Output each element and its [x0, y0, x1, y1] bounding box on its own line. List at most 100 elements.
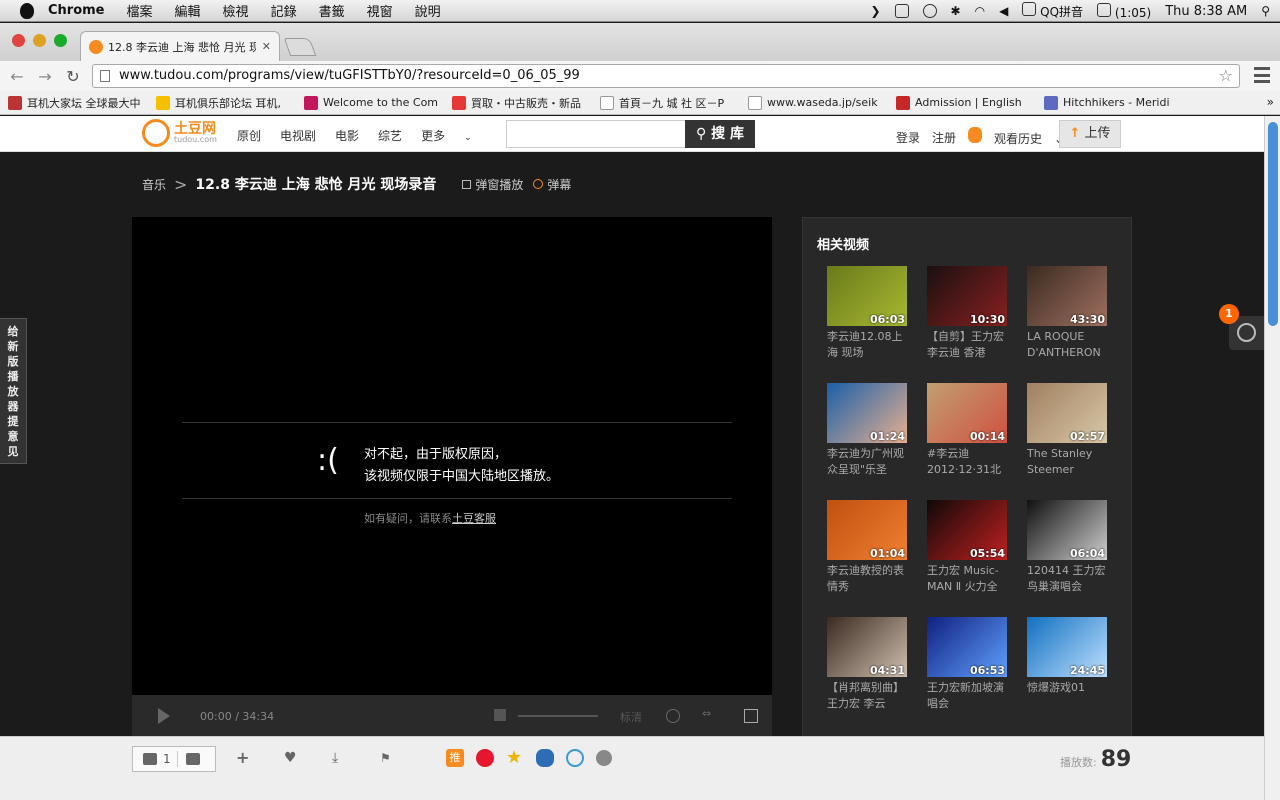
video-title-link[interactable]: 王力宏新加坡演唱会 [927, 680, 1009, 712]
time-machine-icon[interactable] [922, 4, 937, 18]
scrollbar-thumb[interactable] [1268, 122, 1278, 326]
nav-original[interactable]: 原创 [237, 127, 261, 144]
history-widget[interactable]: 1 [1219, 304, 1264, 350]
register-link[interactable]: 注册 [932, 129, 956, 146]
spotlight-icon[interactable]: ⚲ [1261, 4, 1270, 18]
widescreen-icon[interactable]: ⇔ [702, 707, 711, 720]
renren-icon[interactable] [536, 749, 554, 767]
login-link[interactable]: 登录 [896, 129, 920, 146]
related-video-item[interactable]: 43:30 LA ROQUE D'ANTHERON 200 [1027, 266, 1109, 361]
breadcrumb-category[interactable]: 音乐 [142, 176, 166, 193]
related-video-item[interactable]: 05:54 王力宏 Music-MAN Ⅱ 火力全 [927, 500, 1009, 595]
search-button[interactable]: ⚲ 搜 库 [685, 120, 755, 148]
bookmark-item[interactable]: Hitchhikers - Meridi [1044, 95, 1184, 110]
related-video-item[interactable]: 06:03 李云迪12.08上海 现场 [827, 266, 909, 361]
menu-bookmarks[interactable]: 書籤 [319, 1, 345, 20]
heart-icon[interactable]: ♥ [284, 751, 298, 765]
input-method[interactable]: QQ拼音 [1022, 2, 1083, 20]
menu-file[interactable]: 檔案 [127, 1, 153, 20]
volume-icon[interactable] [494, 709, 506, 721]
reload-icon[interactable]: ↻ [62, 67, 84, 86]
customer-service-link[interactable]: 土豆客服 [452, 512, 496, 525]
bookmark-item[interactable]: Admission | English [896, 95, 1036, 110]
video-thumbnail[interactable]: 06:04 [1027, 500, 1107, 560]
video-thumbnail[interactable]: 10:30 [927, 266, 1007, 326]
menu-app-name[interactable]: Chrome [48, 3, 105, 18]
weibo-icon[interactable] [476, 749, 494, 767]
bookmark-item[interactable]: 首頁－九 城 社 区－P [600, 95, 740, 111]
video-thumbnail[interactable]: 02:57 [1027, 383, 1107, 443]
video-title-link[interactable]: The Stanley Steemer Variatio [1027, 446, 1109, 478]
nav-tv[interactable]: 电视剧 [280, 127, 316, 144]
history-link[interactable]: 观看历史⌄ [968, 127, 1064, 147]
bookmark-item[interactable]: 耳机大家坛 全球最大中 [8, 95, 148, 111]
star-share-icon[interactable]: ★ [506, 749, 524, 767]
related-video-item[interactable]: 06:04 120414 王力宏 鸟巢演唱会 [1027, 500, 1109, 595]
related-video-item[interactable]: 06:53 王力宏新加坡演唱会 [927, 617, 1009, 712]
menu-window[interactable]: 視窗 [367, 1, 393, 20]
feedback-tab[interactable]: 给新版播放器提意见 [0, 318, 27, 464]
menu-help[interactable]: 說明 [415, 1, 441, 20]
quality-button[interactable]: 标清 [620, 709, 642, 725]
address-bar[interactable]: www.tudou.com/programs/view/tuGFISTTbY0/… [92, 64, 1240, 88]
apple-icon[interactable] [20, 2, 34, 19]
qzone-icon[interactable] [566, 749, 584, 767]
video-title-link[interactable]: 李云迪为广州观众呈现"乐圣 [827, 446, 909, 478]
bluetooth-icon[interactable]: ✱ [951, 4, 961, 18]
video-thumbnail[interactable]: 04:31 [827, 617, 907, 677]
related-video-item[interactable]: 01:04 李云迪教授的表情秀 [827, 500, 909, 595]
video-title-link[interactable]: 120414 王力宏 鸟巢演唱会 [1027, 563, 1109, 595]
video-thumbnail[interactable]: 24:45 [1027, 617, 1107, 677]
zoom-window-icon[interactable] [54, 34, 67, 47]
menu-history[interactable]: 記錄 [271, 1, 297, 20]
bookmark-item[interactable]: 買取・中古販売・新品 [452, 95, 592, 111]
menu-view[interactable]: 檢視 [223, 1, 249, 20]
volume-icon[interactable]: ◀ [999, 4, 1008, 18]
video-title-link[interactable]: 李云迪教授的表情秀 [827, 563, 909, 595]
bookmark-star-icon[interactable]: ☆ [1219, 65, 1233, 87]
app-status-icon[interactable] [894, 4, 909, 18]
browser-tab[interactable]: 12.8 李云迪 上海 悲怆 月光 现场录音 ✕ [80, 31, 280, 61]
settings-gear-icon[interactable] [666, 709, 680, 723]
upload-button[interactable]: ↑ 上传 [1059, 120, 1121, 148]
video-title-link[interactable]: 【自剪】王力宏 李云迪 香港 [927, 329, 1009, 361]
bookmark-item[interactable]: 耳机俱乐部论坛 耳机, [156, 95, 296, 111]
video-title-link[interactable]: LA ROQUE D'ANTHERON 200 [1027, 329, 1109, 361]
video-title-link[interactable]: 王力宏 Music-MAN Ⅱ 火力全 [927, 563, 1009, 595]
related-video-item[interactable]: 00:14 #李云迪2012·12·31北京工体 [927, 383, 1009, 478]
flag-icon[interactable]: ⚑ [380, 751, 394, 765]
tudou-logo[interactable]: 土豆网 tudou.com [142, 119, 217, 147]
video-thumbnail[interactable]: 43:30 [1027, 266, 1107, 326]
more-share-icon[interactable] [596, 750, 612, 766]
thumbs-down-icon[interactable] [185, 753, 200, 765]
fullscreen-icon[interactable] [744, 709, 758, 723]
video-title-link[interactable]: 惊爆游戏01 [1027, 680, 1109, 712]
video-player[interactable]: :( 对不起，由于版权原因， 该视频仅限于中国大陆地区播放。 如有疑问，请联系土… [132, 217, 772, 737]
video-thumbnail[interactable]: 00:14 [927, 383, 1007, 443]
related-video-item[interactable]: 10:30 【自剪】王力宏 李云迪 香港 [927, 266, 1009, 361]
wifi-icon[interactable]: ◠ [975, 4, 985, 18]
add-icon[interactable]: + [236, 750, 250, 766]
video-thumbnail[interactable]: 01:24 [827, 383, 907, 443]
download-icon[interactable]: ⤓ [332, 751, 346, 765]
chevron-right-icon[interactable]: ❯ [870, 4, 880, 18]
forward-icon[interactable]: → [34, 67, 56, 86]
share-tui-icon[interactable]: 推 [446, 749, 464, 767]
danmu-button[interactable]: 弹幕 [533, 176, 571, 193]
play-icon[interactable] [158, 708, 170, 724]
new-tab-button[interactable] [283, 38, 317, 56]
volume-slider[interactable] [518, 715, 598, 717]
thumbs-up-icon[interactable] [143, 753, 157, 765]
video-title-link[interactable]: 李云迪12.08上海 现场 [827, 329, 909, 361]
search-input[interactable] [506, 120, 686, 148]
video-thumbnail[interactable]: 01:04 [827, 500, 907, 560]
related-video-item[interactable]: 02:57 The Stanley Steemer Variatio [1027, 383, 1109, 478]
bookmark-item[interactable]: www.waseda.jp/seik [748, 95, 888, 110]
close-tab-icon[interactable]: ✕ [262, 40, 271, 53]
bookmark-item[interactable]: Welcome to the Com [304, 95, 444, 110]
video-thumbnail[interactable]: 06:53 [927, 617, 1007, 677]
video-title-link[interactable]: 【肖邦离别曲】王力宏 李云 [827, 680, 909, 712]
battery-status[interactable]: (1:05) [1097, 2, 1151, 20]
menubar-clock[interactable]: Thu 8:38 AM [1165, 4, 1247, 19]
back-icon[interactable]: ← [6, 67, 28, 86]
